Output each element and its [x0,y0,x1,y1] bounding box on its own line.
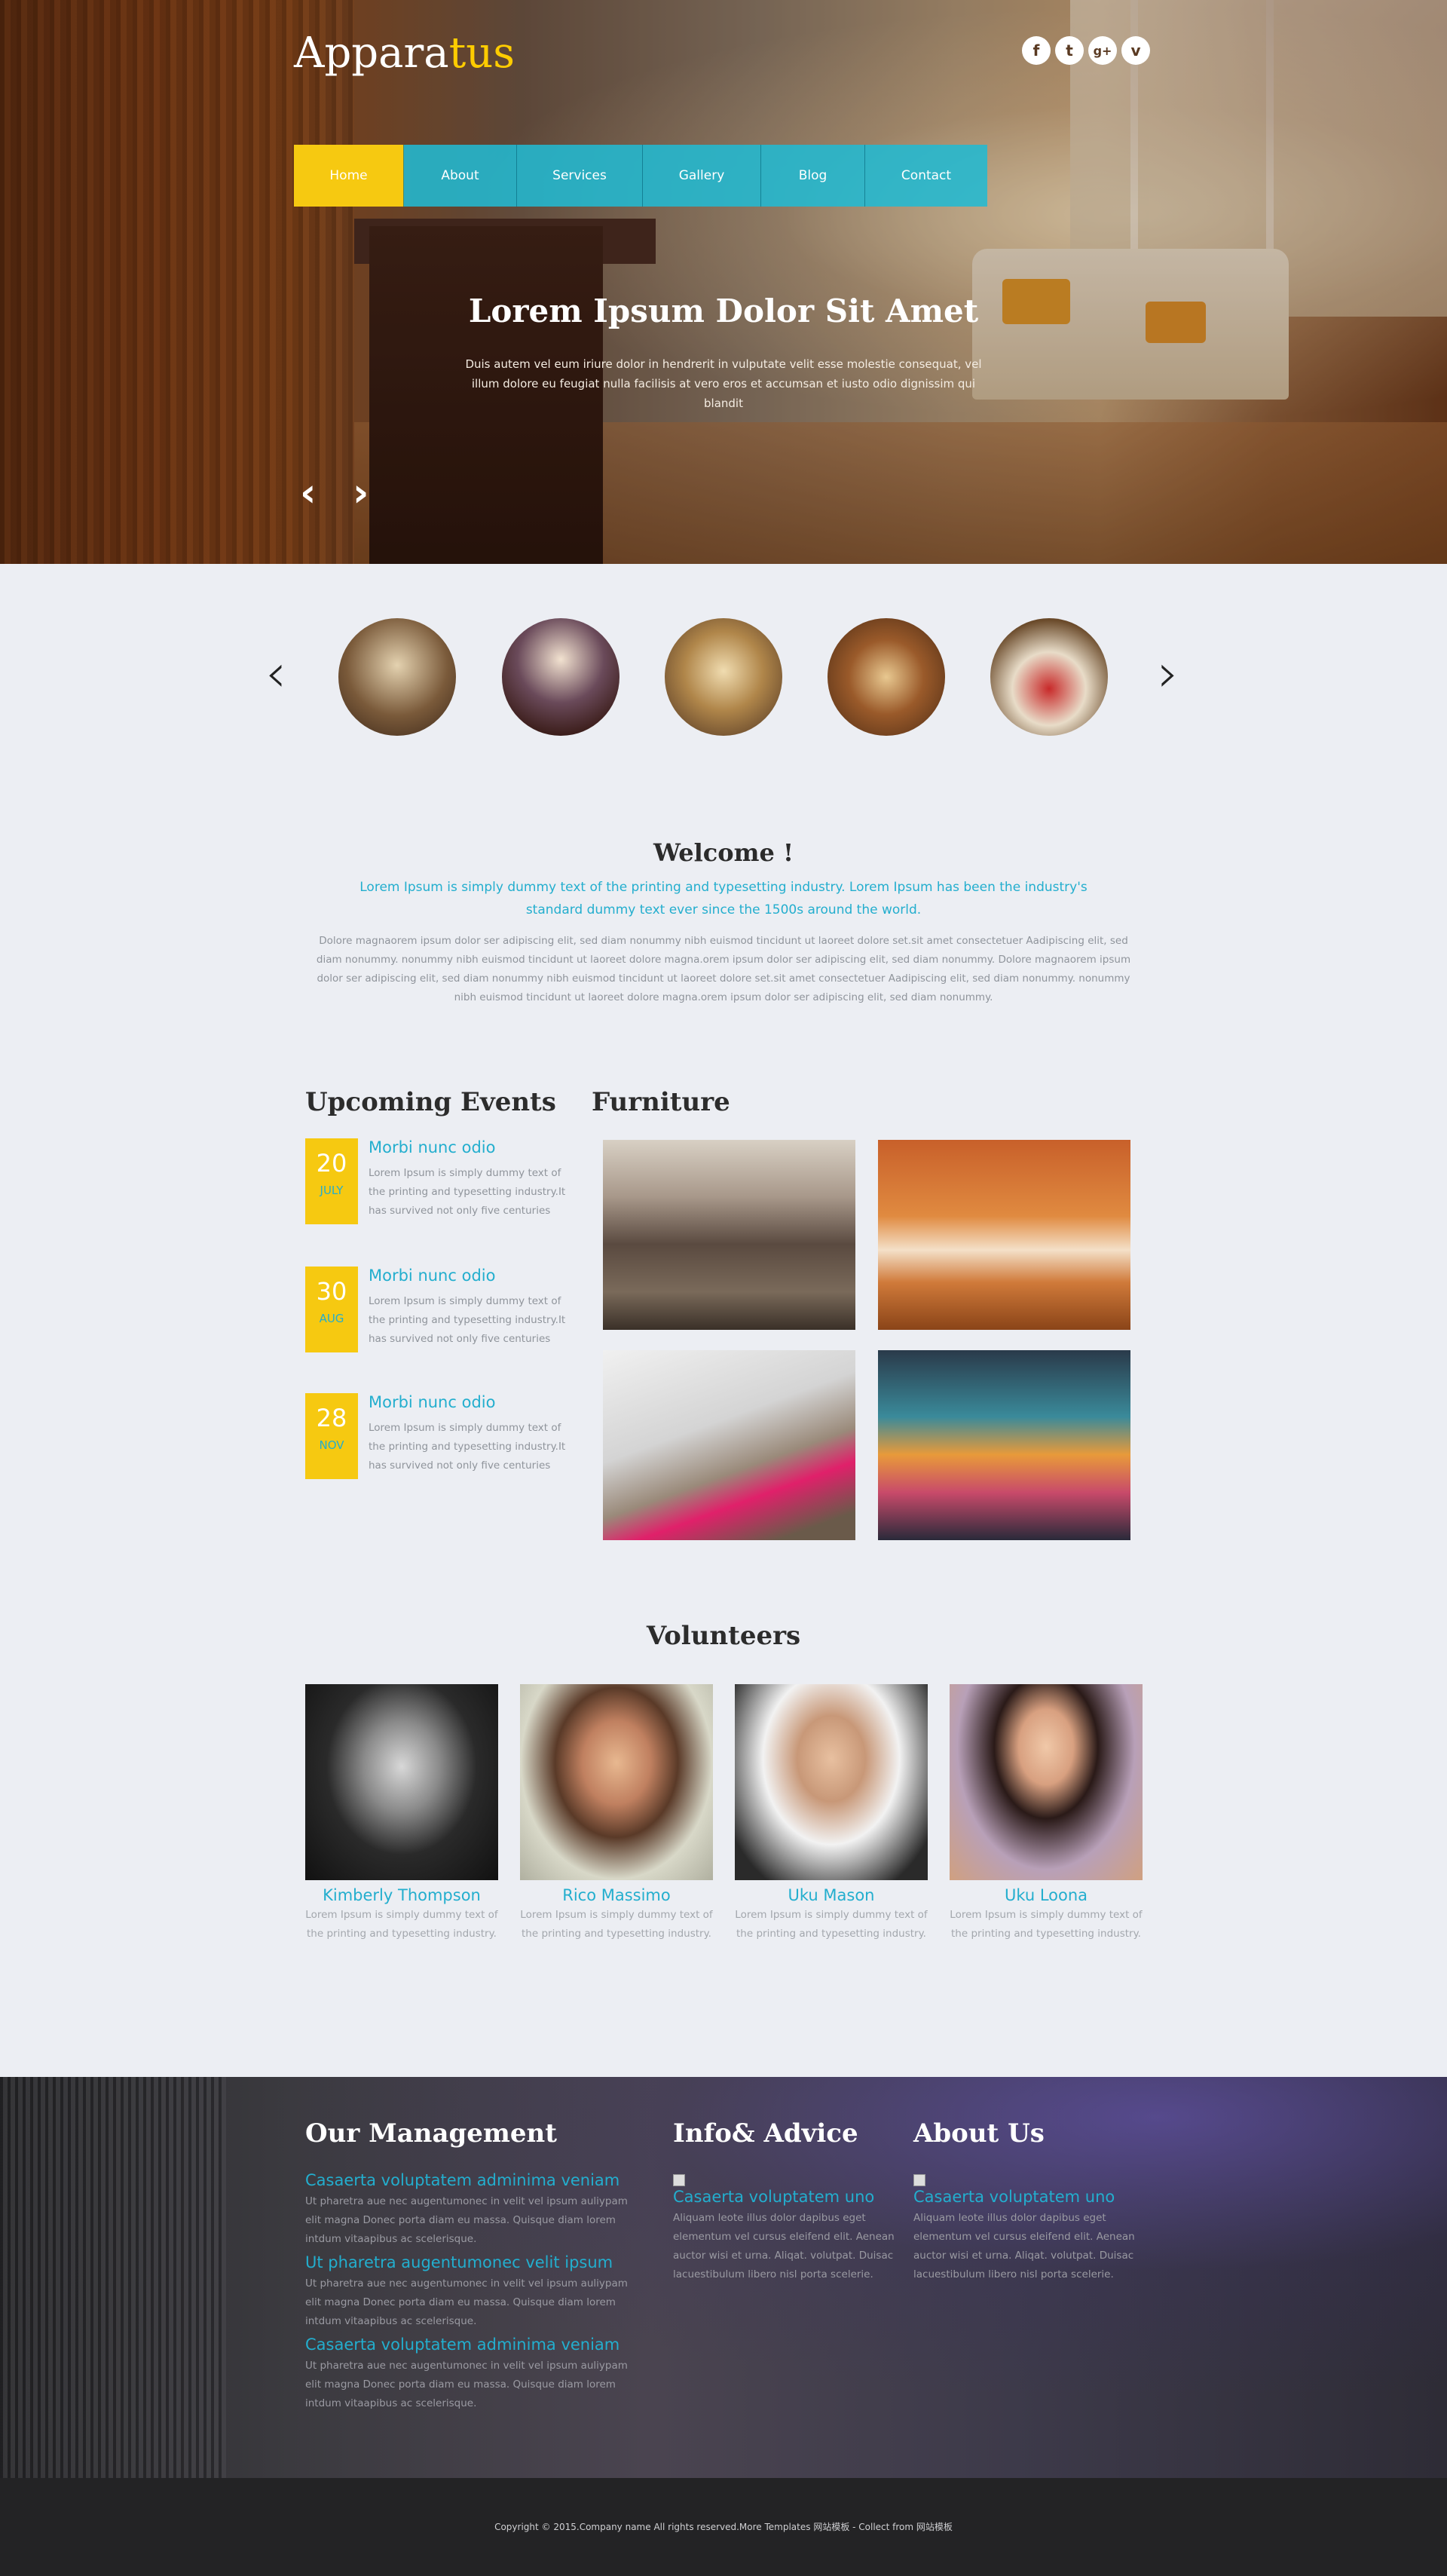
vimeo-icon[interactable]: v [1121,36,1150,65]
event-day: 30 [316,1277,347,1306]
event-text: Lorem Ipsum is simply dummy text of the … [369,1295,566,1345]
about-text: Aliquam leote illus dolor dapibus eget e… [913,2212,1135,2280]
furniture-photo-lounge[interactable] [878,1350,1130,1540]
furniture-title: Furniture [592,1087,730,1117]
about-block: Casaerta voluptatem uno Aliquam leote il… [913,2174,1140,2284]
management-list: Casaerta voluptatem adminima veniam Ut p… [305,2171,637,2413]
nav-blog[interactable]: Blog [761,145,865,207]
hero-banner [0,0,1447,564]
carousel-prev-arrow-icon[interactable]: ‹ [265,647,286,700]
furniture-photo-bathroom[interactable] [878,1140,1130,1330]
event-date: 28 NOV [305,1393,358,1479]
nav-gallery[interactable]: Gallery [643,145,761,207]
event-title-link[interactable]: Morbi nunc odio [369,1138,495,1156]
volunteer-name[interactable]: Uku Mason [735,1886,928,1904]
volunteer-text: Lorem Ipsum is simply dummy text of the … [305,1909,498,1940]
volunteer-card: Uku Loona Lorem Ipsum is simply dummy te… [950,1684,1143,1943]
twitter-icon[interactable]: t [1055,36,1084,65]
management-text: Ut pharetra aue nec augentumonec in veli… [305,2195,628,2245]
volunteer-photo[interactable] [305,1684,498,1880]
nav-contact[interactable]: Contact [865,145,987,207]
nav-about[interactable]: About [404,145,517,207]
main-nav: Home About Services Gallery Blog Contact [294,145,987,207]
management-text: Ut pharetra aue nec augentumonec in veli… [305,2277,628,2327]
event-date: 30 AUG [305,1267,358,1352]
carousel-thumb[interactable] [665,618,782,736]
logo-main: Appara [294,29,449,78]
events-title: Upcoming Events [305,1087,556,1117]
facebook-icon[interactable]: f [1022,36,1051,65]
carousel-thumb[interactable] [990,618,1108,736]
event-item: 28 NOV Morbi nunc odio Lorem Ipsum is si… [305,1393,577,1484]
volunteer-photo[interactable] [520,1684,713,1880]
info-text: Aliquam leote illus dolor dapibus eget e… [673,2212,895,2280]
broken-image-icon [673,2174,685,2186]
info-block: Casaerta voluptatem uno Aliquam leote il… [673,2174,899,2284]
management-link[interactable]: Ut pharetra augentumonec velit ipsum [305,2253,637,2271]
event-month: NOV [319,1438,344,1452]
event-item: 30 AUG Morbi nunc odio Lorem Ipsum is si… [305,1267,577,1357]
carousel-next-arrow-icon[interactable]: › [1158,647,1179,700]
event-text: Lorem Ipsum is simply dummy text of the … [369,1422,566,1472]
management-text: Ut pharetra aue nec augentumonec in veli… [305,2360,628,2409]
carousel-thumb[interactable] [502,618,619,736]
furniture-photo-dining[interactable] [603,1140,855,1330]
google-plus-icon[interactable]: g+ [1088,36,1117,65]
hero-next-arrow-icon[interactable]: › [353,473,369,513]
furniture-photo-living[interactable] [603,1350,855,1540]
event-day: 20 [316,1149,347,1178]
footer-management-title: Our Management [305,2118,557,2149]
event-title-link[interactable]: Morbi nunc odio [369,1267,495,1285]
welcome-lead: Lorem Ipsum is simply dummy text of the … [359,880,1088,917]
nav-home[interactable]: Home [294,145,404,207]
event-text: Lorem Ipsum is simply dummy text of the … [369,1167,566,1217]
event-item: 20 JULY Morbi nunc odio Lorem Ipsum is s… [305,1138,577,1229]
site-logo[interactable]: Apparatus [294,29,515,78]
hero-text: Duis autem vel eum iriure dolor in hendr… [465,357,982,410]
volunteer-text: Lorem Ipsum is simply dummy text of the … [520,1909,713,1940]
volunteer-card: Rico Massimo Lorem Ipsum is simply dummy… [520,1684,713,1943]
nav-services[interactable]: Services [517,145,643,207]
about-link[interactable]: Casaerta voluptatem uno [913,2188,1140,2206]
management-link[interactable]: Casaerta voluptatem adminima veniam [305,2171,637,2189]
volunteer-card: Kimberly Thompson Lorem Ipsum is simply … [305,1684,498,1943]
welcome-title: Welcome ! [653,838,794,867]
welcome-body: Dolore magnaorem ipsum dolor ser adipisc… [316,935,1131,1003]
hero-overlay [0,0,1447,564]
event-day: 28 [316,1404,347,1432]
volunteers-title: Volunteers [646,1621,801,1651]
volunteer-text: Lorem Ipsum is simply dummy text of the … [735,1909,928,1940]
logo-accent: tus [448,29,515,78]
event-title-link[interactable]: Morbi nunc odio [369,1393,495,1411]
carousel-thumb[interactable] [338,618,456,736]
footer-bg-panel [0,2077,226,2478]
social-links: f t g+ v [1022,36,1150,65]
carousel-thumb[interactable] [828,618,945,736]
event-month: JULY [320,1184,344,1197]
volunteer-photo[interactable] [950,1684,1143,1880]
management-link[interactable]: Casaerta voluptatem adminima veniam [305,2336,637,2354]
event-date: 20 JULY [305,1138,358,1224]
volunteer-name[interactable]: Uku Loona [950,1886,1143,1904]
footer-about-title: About Us [913,2118,1045,2149]
event-month: AUG [319,1312,344,1325]
volunteer-name[interactable]: Rico Massimo [520,1886,713,1904]
volunteer-photo[interactable] [735,1684,928,1880]
info-link[interactable]: Casaerta voluptatem uno [673,2188,899,2206]
hero-title: Lorem Ipsum Dolor Sit Amet [468,293,979,329]
volunteer-text: Lorem Ipsum is simply dummy text of the … [950,1909,1143,1940]
volunteer-name[interactable]: Kimberly Thompson [305,1886,498,1904]
broken-image-icon [913,2174,925,2186]
footer-info-title: Info& Advice [673,2118,858,2149]
hero-prev-arrow-icon[interactable]: ‹ [300,473,316,513]
volunteer-card: Uku Mason Lorem Ipsum is simply dummy te… [735,1684,928,1943]
copyright-text: Copyright © 2015.Company name All rights… [494,2522,953,2532]
